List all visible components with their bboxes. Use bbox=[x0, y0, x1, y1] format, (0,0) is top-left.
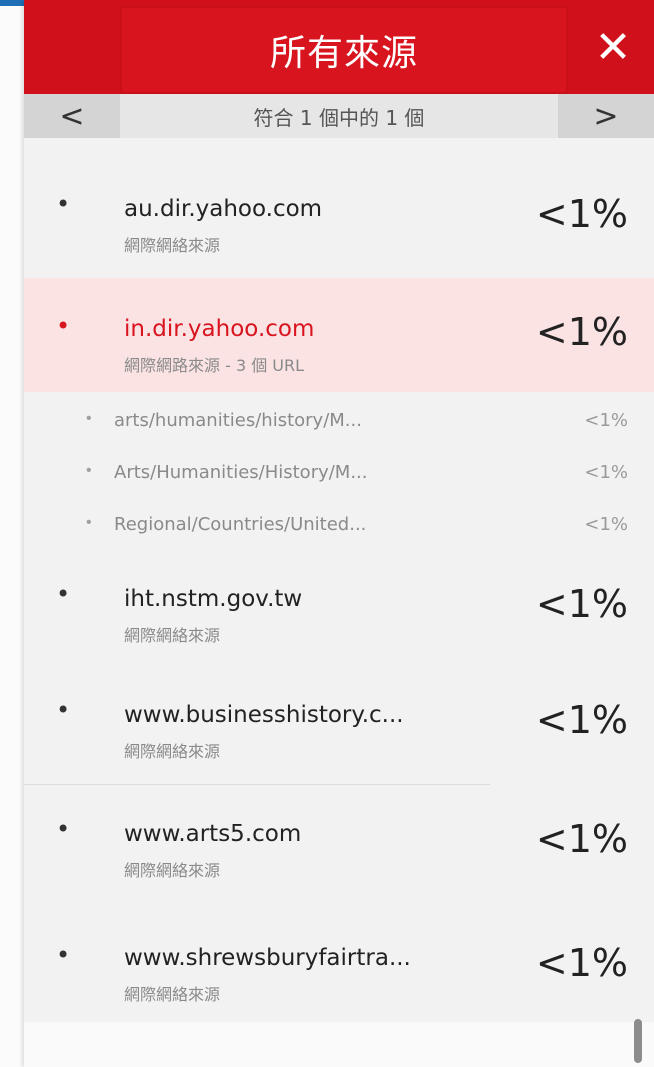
bullet-icon: • bbox=[56, 190, 71, 218]
source-url-path: Regional/Countries/United... bbox=[114, 514, 367, 535]
chevron-left-icon: < bbox=[59, 98, 85, 134]
source-type: 網際網路來源 - 3 個 URL bbox=[124, 356, 305, 375]
source-domain: in.dir.yahoo.com bbox=[124, 316, 315, 342]
bullet-icon: • bbox=[86, 514, 92, 531]
source-type: 網際網絡來源 bbox=[124, 236, 221, 255]
panel-header: 所有來源 ✕ bbox=[24, 0, 654, 94]
bullet-icon: • bbox=[56, 941, 71, 969]
list-footer bbox=[24, 1022, 654, 1067]
bullet-icon: • bbox=[56, 580, 71, 608]
source-domain: www.shrewsburyfairtra... bbox=[124, 945, 411, 971]
source-item-selected[interactable]: • in.dir.yahoo.com 網際網路來源 - 3 個 URL <1% bbox=[24, 278, 654, 392]
bullet-icon: • bbox=[86, 462, 92, 479]
source-percent: <1% bbox=[535, 817, 628, 861]
source-url-percent: <1% bbox=[584, 462, 628, 483]
source-domain: www.arts5.com bbox=[124, 821, 302, 847]
header-title-area: 所有來源 bbox=[120, 6, 568, 94]
all-sources-panel: 所有來源 ✕ < 符合 1 個中的 1 個 > • au.dir.yahoo.c… bbox=[24, 0, 654, 1067]
next-match-button[interactable]: > bbox=[558, 94, 654, 138]
match-navigation-bar: < 符合 1 個中的 1 個 > bbox=[24, 94, 654, 138]
source-domain: www.businesshistory.c... bbox=[124, 702, 404, 728]
source-url-item[interactable]: • Arts/Humanities/History/M... <1% bbox=[24, 448, 654, 500]
panel-title: 所有來源 bbox=[269, 33, 418, 74]
source-url-path: arts/humanities/history/M... bbox=[114, 410, 362, 431]
source-url-path: Arts/Humanities/History/M... bbox=[114, 462, 368, 483]
source-domain: iht.nstm.gov.tw bbox=[124, 586, 303, 612]
source-item[interactable]: • www.arts5.com 網際網絡來源 <1% bbox=[24, 785, 654, 903]
source-domain: au.dir.yahoo.com bbox=[124, 196, 323, 222]
previous-match-button[interactable]: < bbox=[24, 94, 120, 138]
source-percent: <1% bbox=[535, 582, 628, 626]
bullet-icon: • bbox=[86, 410, 92, 427]
source-url-item[interactable]: • Regional/Countries/United... <1% bbox=[24, 500, 654, 552]
source-percent: <1% bbox=[535, 310, 628, 354]
background-accent-line bbox=[0, 0, 24, 6]
bullet-icon: • bbox=[56, 696, 71, 724]
source-url-percent: <1% bbox=[584, 410, 628, 431]
source-item[interactable]: • au.dir.yahoo.com 網際網絡來源 <1% bbox=[24, 138, 654, 278]
close-button[interactable]: ✕ bbox=[572, 0, 654, 94]
source-type: 網際網絡來源 bbox=[124, 985, 221, 1004]
close-icon: ✕ bbox=[594, 21, 632, 73]
background-page-strip bbox=[0, 0, 24, 1067]
match-counter: 符合 1 個中的 1 個 bbox=[253, 105, 425, 130]
bullet-icon: • bbox=[56, 815, 71, 843]
source-percent: <1% bbox=[535, 698, 628, 742]
source-item[interactable]: • www.shrewsburyfairtra... 網際網絡來源 <1% bbox=[24, 903, 654, 1022]
source-url-item[interactable]: • arts/humanities/history/M... <1% bbox=[24, 396, 654, 448]
source-type: 網際網絡來源 bbox=[124, 626, 221, 645]
scrollbar-thumb[interactable] bbox=[634, 1019, 642, 1063]
bullet-icon: • bbox=[56, 312, 71, 340]
source-percent: <1% bbox=[535, 941, 628, 985]
source-percent: <1% bbox=[535, 192, 628, 236]
chevron-right-icon: > bbox=[593, 98, 619, 134]
source-url-percent: <1% bbox=[584, 514, 628, 535]
source-type: 網際網絡來源 bbox=[124, 742, 221, 761]
source-list: • au.dir.yahoo.com 網際網絡來源 <1% • in.dir.y… bbox=[24, 138, 654, 1067]
source-item[interactable]: • www.businesshistory.c... 網際網絡來源 <1% bbox=[24, 676, 654, 784]
source-type: 網際網絡來源 bbox=[124, 861, 221, 880]
source-item[interactable]: • iht.nstm.gov.tw 網際網絡來源 <1% bbox=[24, 552, 654, 676]
